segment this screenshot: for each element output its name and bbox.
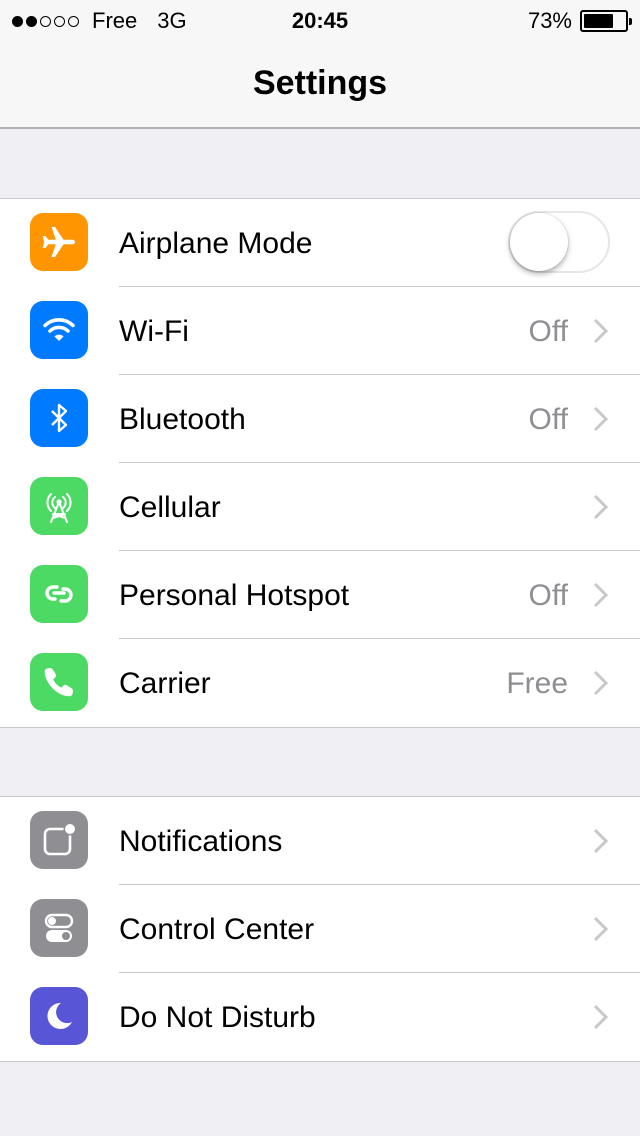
carrier-label: Carrier <box>119 667 211 700</box>
chevron-right-icon <box>593 828 609 854</box>
airplane-icon <box>30 213 88 271</box>
cellular-antenna-icon <box>30 477 88 535</box>
carrier-value: Free <box>506 667 568 700</box>
settings-group-system: Notifications Control Center Do Not Dist… <box>0 796 640 1062</box>
phone-icon <box>30 653 88 711</box>
chevron-right-icon <box>593 916 609 942</box>
airplane-mode-switch[interactable] <box>508 211 610 273</box>
wifi-icon <box>30 301 88 359</box>
battery-percentage: 73% <box>527 8 572 33</box>
moon-icon <box>30 987 88 1045</box>
do-not-disturb-label: Do Not Disturb <box>119 1001 316 1034</box>
battery-icon <box>580 10 632 32</box>
settings-row-wifi[interactable]: Wi-Fi Off <box>0 287 640 375</box>
bluetooth-icon <box>30 389 88 447</box>
settings-row-notifications[interactable]: Notifications <box>0 797 640 885</box>
wifi-label: Wi-Fi <box>119 315 189 348</box>
navigation-bar: Free 3G 20:45 73% Settings <box>0 0 640 129</box>
personal-hotspot-label: Personal Hotspot <box>119 579 350 612</box>
switch-knob <box>510 213 568 271</box>
chevron-right-icon <box>593 318 609 344</box>
personal-hotspot-value: Off <box>528 579 568 612</box>
chevron-right-icon <box>593 494 609 520</box>
cellular-label: Cellular <box>119 491 221 524</box>
control-center-label: Control Center <box>119 913 315 946</box>
chevron-right-icon <box>593 406 609 432</box>
airplane-mode-label: Airplane Mode <box>119 227 313 260</box>
settings-row-carrier[interactable]: Carrier Free <box>0 639 640 727</box>
page-title: Settings <box>252 64 388 102</box>
settings-row-personal-hotspot[interactable]: Personal Hotspot Off <box>0 551 640 639</box>
notifications-icon <box>30 811 88 869</box>
control-center-icon <box>30 899 88 957</box>
bluetooth-value: Off <box>528 403 568 436</box>
notifications-label: Notifications <box>119 825 283 858</box>
settings-row-do-not-disturb[interactable]: Do Not Disturb <box>0 973 640 1061</box>
status-bar: Free 3G 20:45 73% <box>0 0 640 40</box>
settings-row-airplane-mode: Airplane Mode <box>0 199 640 287</box>
chevron-right-icon <box>593 582 609 608</box>
chevron-right-icon <box>593 1004 609 1030</box>
bluetooth-label: Bluetooth <box>119 403 246 436</box>
chevron-right-icon <box>593 670 609 696</box>
settings-row-cellular[interactable]: Cellular <box>0 463 640 551</box>
hotspot-link-icon <box>30 565 88 623</box>
wifi-value: Off <box>528 315 568 348</box>
settings-row-control-center[interactable]: Control Center <box>0 885 640 973</box>
settings-row-bluetooth[interactable]: Bluetooth Off <box>0 375 640 463</box>
settings-group-connectivity: Airplane Mode Wi-Fi Off Bluetooth Off Ce… <box>0 198 640 728</box>
